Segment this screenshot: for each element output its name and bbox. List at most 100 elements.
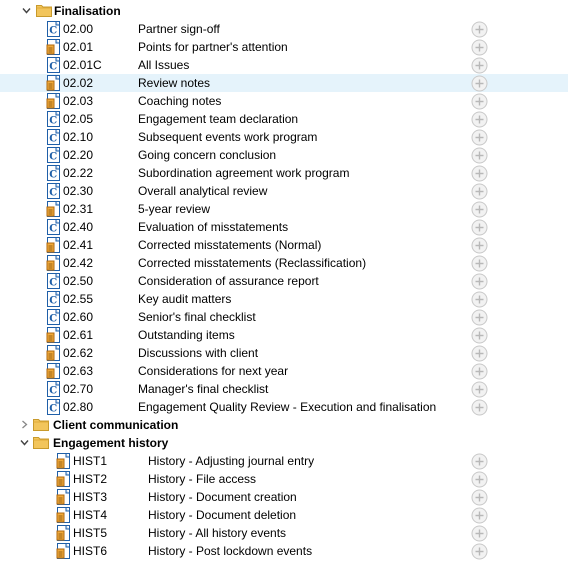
document-row-02-03[interactable]: 02.03 Coaching notes — [0, 92, 568, 110]
document-row-hist2[interactable]: HIST2 History - File access — [0, 470, 568, 488]
add-icon[interactable] — [471, 525, 488, 542]
folder-label: Engagement history — [53, 436, 169, 450]
add-icon[interactable] — [471, 93, 488, 110]
document-row-02-00[interactable]: C 02.00 Partner sign-off — [0, 20, 568, 38]
add-icon[interactable] — [471, 21, 488, 38]
add-icon[interactable] — [471, 273, 488, 290]
document-row-02-61[interactable]: 02.61 Outstanding items — [0, 326, 568, 344]
document-code: 02.40 — [63, 220, 94, 234]
document-row-02-20[interactable]: C 02.20 Going concern conclusion — [0, 146, 568, 164]
document-code: 02.62 — [63, 346, 94, 360]
svg-text:C: C — [49, 386, 57, 397]
document-row-02-01c[interactable]: C 02.01C All Issues — [0, 56, 568, 74]
document-code: 02.31 — [63, 202, 94, 216]
document-row-02-30[interactable]: C 02.30 Overall analytical review — [0, 182, 568, 200]
add-icon[interactable] — [471, 237, 488, 254]
document-code: 02.80 — [63, 400, 94, 414]
document-row-02-55[interactable]: C 02.55 Key audit matters — [0, 290, 568, 308]
add-icon[interactable] — [471, 39, 488, 56]
document-name: 5-year review — [138, 202, 211, 216]
document-row-02-42[interactable]: 02.42 Corrected misstatements (Reclassifi… — [0, 254, 568, 272]
document-code: 02.55 — [63, 292, 94, 306]
add-icon[interactable] — [471, 183, 488, 200]
add-icon[interactable] — [471, 507, 488, 524]
document-code: 02.50 — [63, 274, 94, 288]
document-name: Senior's final checklist — [138, 310, 256, 324]
document-code: HIST5 — [73, 526, 108, 540]
document-code: HIST4 — [73, 508, 108, 522]
document-code: 02.22 — [63, 166, 94, 180]
caseware-checklist-icon — [56, 525, 71, 541]
caseware-checklist-icon — [56, 471, 71, 487]
document-name: All Issues — [138, 58, 190, 72]
collapse-chevron-icon[interactable] — [19, 437, 30, 448]
document-code: 02.61 — [63, 328, 94, 342]
document-name: Key audit matters — [138, 292, 232, 306]
add-icon[interactable] — [471, 129, 488, 146]
document-code: 02.02 — [63, 76, 94, 90]
document-name: Review notes — [138, 76, 211, 90]
document-name: History - Document creation — [148, 490, 297, 504]
document-row-hist5[interactable]: HIST5 History - All history events — [0, 524, 568, 542]
add-icon[interactable] — [471, 327, 488, 344]
document-row-02-01[interactable]: 02.01 Points for partner's attention — [0, 38, 568, 56]
add-icon[interactable] — [471, 489, 488, 506]
caseware-doc-icon: C — [46, 219, 61, 235]
add-icon[interactable] — [471, 345, 488, 362]
folder-row-finalisation[interactable]: Finalisation — [0, 2, 568, 20]
add-icon[interactable] — [471, 147, 488, 164]
svg-text:C: C — [49, 224, 57, 235]
document-row-02-70[interactable]: C 02.70 Manager's final checklist — [0, 380, 568, 398]
document-code: 02.42 — [63, 256, 94, 270]
add-icon[interactable] — [471, 543, 488, 560]
document-name: History - Document deletion — [148, 508, 297, 522]
collapse-chevron-icon[interactable] — [21, 5, 32, 16]
document-row-02-60[interactable]: C 02.60 Senior's final checklist — [0, 308, 568, 326]
document-row-hist1[interactable]: HIST1 History - Adjusting journal entry — [0, 452, 568, 470]
document-row-02-02[interactable]: 02.02 Review notes — [0, 74, 568, 92]
caseware-doc-icon: C — [46, 381, 61, 397]
folder-row-client-communication[interactable]: Client communication — [0, 416, 568, 434]
add-icon[interactable] — [471, 291, 488, 308]
add-icon[interactable] — [471, 363, 488, 380]
svg-text:C: C — [49, 404, 57, 415]
add-icon[interactable] — [471, 57, 488, 74]
document-name: History - Post lockdown events — [148, 544, 313, 558]
document-row-02-50[interactable]: C 02.50 Consideration of assurance report — [0, 272, 568, 290]
svg-text:C: C — [49, 296, 57, 307]
document-row-hist4[interactable]: HIST4 History - Document deletion — [0, 506, 568, 524]
add-icon[interactable] — [471, 165, 488, 182]
document-row-02-22[interactable]: C 02.22 Subordination agreement work progr… — [0, 164, 568, 182]
add-icon[interactable] — [471, 309, 488, 326]
document-code: 02.63 — [63, 364, 94, 378]
document-row-02-62[interactable]: 02.62 Discussions with client — [0, 344, 568, 362]
add-icon[interactable] — [471, 453, 488, 470]
add-icon[interactable] — [471, 219, 488, 236]
add-icon[interactable] — [471, 75, 488, 92]
document-code: HIST6 — [73, 544, 108, 558]
document-row-02-41[interactable]: 02.41 Corrected misstatements (Normal) — [0, 236, 568, 254]
add-icon[interactable] — [471, 399, 488, 416]
document-row-hist6[interactable]: HIST6 History - Post lockdown events — [0, 542, 568, 560]
add-icon[interactable] — [471, 471, 488, 488]
caseware-doc-icon: C — [46, 273, 61, 289]
folder-row-engagement-history[interactable]: Engagement history — [0, 434, 568, 452]
document-name: History - All history events — [148, 526, 287, 540]
svg-text:C: C — [49, 170, 57, 181]
add-icon[interactable] — [471, 255, 488, 272]
expand-chevron-icon[interactable] — [19, 419, 30, 430]
document-row-02-31[interactable]: 02.31 5-year review — [0, 200, 568, 218]
add-icon[interactable] — [471, 111, 488, 128]
caseware-checklist-icon — [46, 327, 61, 343]
document-row-02-80[interactable]: C 02.80 Engagement Quality Review - Execut… — [0, 398, 568, 416]
document-row-02-40[interactable]: C 02.40 Evaluation of misstatements — [0, 218, 568, 236]
document-row-02-05[interactable]: C 02.05 Engagement team declaration — [0, 110, 568, 128]
document-row-02-10[interactable]: C 02.10 Subsequent events work program — [0, 128, 568, 146]
document-row-02-63[interactable]: 02.63 Considerations for next year — [0, 362, 568, 380]
document-name: Subsequent events work program — [138, 130, 318, 144]
add-icon[interactable] — [471, 381, 488, 398]
document-row-hist3[interactable]: HIST3 History - Document creation — [0, 488, 568, 506]
document-code: HIST2 — [73, 472, 108, 486]
document-name: Engagement team declaration — [138, 112, 299, 126]
add-icon[interactable] — [471, 201, 488, 218]
